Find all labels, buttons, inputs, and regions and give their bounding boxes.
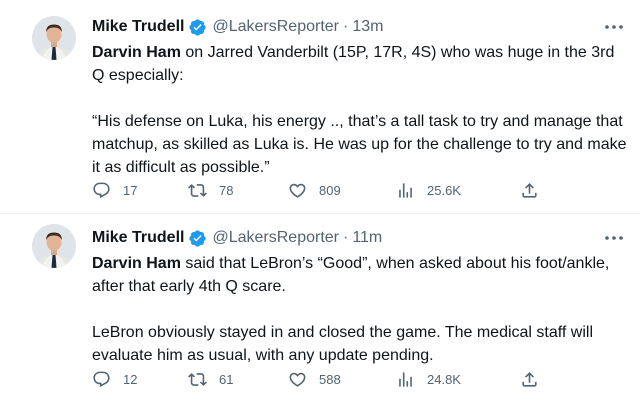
author-handle[interactable]: @LakersReporter <box>212 16 339 38</box>
verified-badge-icon <box>188 229 207 248</box>
share-icon <box>522 182 537 198</box>
retweet-icon <box>188 372 207 386</box>
avatar[interactable] <box>32 16 76 60</box>
tweet-actions: 17 78 809 25.6K <box>92 180 624 200</box>
retweet-count: 78 <box>219 182 234 198</box>
tweet-paragraph-2: LeBron obviously stayed in and closed th… <box>92 324 594 364</box>
timestamp[interactable]: 11m <box>352 227 382 249</box>
views-icon <box>399 371 412 387</box>
tweet-quote: “His defense on Luka, his energy .., tha… <box>92 113 627 176</box>
avatar[interactable] <box>32 224 76 268</box>
tweet-text: Darvin Ham on Jarred Vanderbilt (15P, 17… <box>92 41 628 179</box>
more-horizontal-icon[interactable] <box>604 20 624 34</box>
tweet-header: Mike Trudell @LakersReporter · 11m <box>92 227 382 249</box>
like-icon <box>289 372 306 387</box>
reply-button[interactable]: 12 <box>92 369 137 389</box>
mention-name: Darvin Ham <box>92 44 181 61</box>
views-count: 24.8K <box>427 371 461 387</box>
views-icon <box>399 182 412 198</box>
separator-dot: · <box>342 18 349 35</box>
timestamp[interactable]: 13m <box>352 16 383 38</box>
tweet-paragraph: Darvin Ham said that LeBron’s “Good”, wh… <box>92 252 628 298</box>
retweet-icon <box>188 183 207 197</box>
tweet[interactable]: Mike Trudell @LakersReporter · 13m Darvi… <box>0 0 640 214</box>
verified-badge-icon <box>188 18 207 37</box>
mention-name: Darvin Ham <box>92 255 181 272</box>
views-button[interactable]: 24.8K <box>396 369 461 389</box>
like-count: 588 <box>319 371 341 387</box>
share-icon <box>522 371 537 387</box>
like-icon <box>289 183 306 198</box>
like-button[interactable]: 809 <box>288 180 341 200</box>
reply-icon <box>93 371 110 387</box>
like-button[interactable]: 588 <box>288 369 341 389</box>
retweet-button[interactable]: 78 <box>188 180 233 200</box>
like-count: 809 <box>319 182 341 198</box>
share-button[interactable] <box>520 369 539 389</box>
views-count: 25.6K <box>427 182 461 198</box>
more-horizontal-icon[interactable] <box>604 231 624 245</box>
tweet-text: Darvin Ham said that LeBron’s “Good”, wh… <box>92 252 628 367</box>
tweet-header: Mike Trudell @LakersReporter · 13m <box>92 16 383 38</box>
separator-dot: · <box>342 229 349 246</box>
reply-icon <box>93 182 110 198</box>
author-handle[interactable]: @LakersReporter <box>212 227 339 249</box>
author-name[interactable]: Mike Trudell <box>92 16 184 38</box>
reply-count: 12 <box>123 371 138 387</box>
tweet-actions: 12 61 588 24.8K <box>92 369 624 389</box>
retweet-count: 61 <box>219 371 234 387</box>
reply-count: 17 <box>123 182 138 198</box>
share-button[interactable] <box>520 180 539 200</box>
views-button[interactable]: 25.6K <box>396 180 461 200</box>
reply-button[interactable]: 17 <box>92 180 137 200</box>
avatar-image <box>32 16 76 60</box>
tweet-paragraph: Darvin Ham on Jarred Vanderbilt (15P, 17… <box>92 41 628 87</box>
retweet-button[interactable]: 61 <box>188 369 233 389</box>
avatar-image <box>32 224 76 268</box>
author-name[interactable]: Mike Trudell <box>92 227 184 249</box>
